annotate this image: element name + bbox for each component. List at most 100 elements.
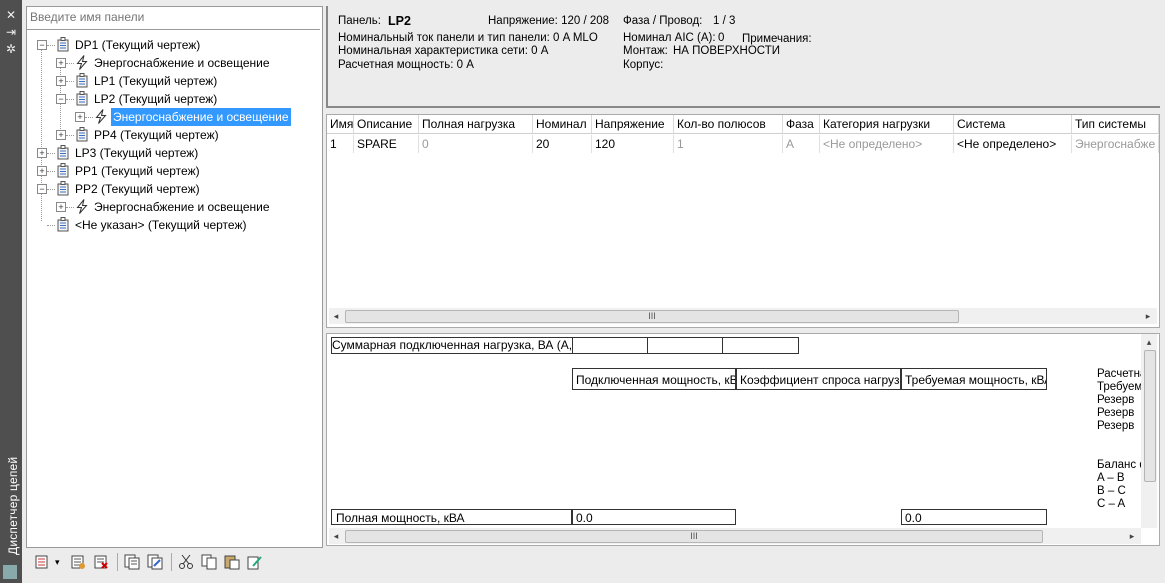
tree-item[interactable]: − DP1 (Текущий чертеж) xyxy=(27,36,317,54)
total-power-label: Полная мощность, кВА xyxy=(331,509,572,525)
panel-tree: − DP1 (Текущий чертеж) + Энергоснабжение и … xyxy=(26,6,323,548)
collapse-icon[interactable]: − xyxy=(56,94,66,104)
panel-icon xyxy=(76,73,88,88)
mounting-label: Монтаж: xyxy=(623,45,668,57)
summary-vscroll-thumb[interactable] xyxy=(1144,350,1156,482)
palette-title-bar: ✕ ⇥ ✲ Диспетчер цепей xyxy=(0,0,22,583)
panel-search-input[interactable] xyxy=(27,7,313,27)
notes-label: Примечания: xyxy=(742,33,812,45)
palette-menu-icon[interactable] xyxy=(3,565,17,579)
tree-item[interactable]: − LP2 (Текущий чертеж) xyxy=(27,90,317,108)
phase-label: Фаза / Провод: xyxy=(623,15,703,27)
grid-scroll-thumb[interactable]: III xyxy=(345,310,959,323)
scroll-left-icon[interactable]: ◂ xyxy=(331,310,341,322)
tree-item-label: DP1 (Текущий чертеж) xyxy=(75,38,201,52)
scroll-left-icon[interactable]: ◂ xyxy=(331,530,341,542)
right-label-2: Требуем xyxy=(1097,381,1143,393)
grid-cell[interactable]: A xyxy=(783,135,820,153)
pin-icon[interactable]: ⇥ xyxy=(5,26,17,38)
panel-icon xyxy=(57,163,69,178)
nominal-aic-value: 0 xyxy=(718,32,725,44)
connected-load-c xyxy=(722,337,799,354)
panel-icon xyxy=(57,181,69,196)
nominal-aic-label: Номинал AIC (A): xyxy=(623,32,716,44)
enclosure-label: Корпус: xyxy=(623,59,664,71)
tree-item[interactable]: − PP2 (Текущий чертеж) xyxy=(27,180,317,198)
expand-icon[interactable]: + xyxy=(37,148,47,158)
scroll-right-icon[interactable]: ▸ xyxy=(1127,530,1137,542)
network-char-text: Номинальная характеристика сети: 0 A xyxy=(338,45,549,57)
panel-icon xyxy=(57,37,69,52)
collapse-icon[interactable]: − xyxy=(37,40,47,50)
panel-icon xyxy=(76,127,88,142)
tree-item-label: PP2 (Текущий чертеж) xyxy=(75,182,200,196)
tree-item[interactable]: + Энергоснабжение и освещение xyxy=(27,54,317,72)
grid-cell[interactable]: 120 xyxy=(592,135,674,153)
right-label-4: Резерв xyxy=(1097,407,1135,419)
scroll-right-icon[interactable]: ▸ xyxy=(1143,310,1153,322)
lightning-icon xyxy=(95,109,107,124)
summary-scroll-thumb[interactable]: III xyxy=(345,530,1043,543)
panel-info: Панель: LP2 Напряжение: 120 / 208 Фаза /… xyxy=(326,6,1160,108)
schedule-edit-icon[interactable] xyxy=(147,554,163,570)
grid-horizontal-scrollbar[interactable]: ◂ III ▸ xyxy=(329,308,1157,324)
total-required-value: 0.0 xyxy=(901,509,1047,525)
tree-item-label: Энергоснабжение и освещение xyxy=(94,200,270,214)
expand-icon[interactable]: + xyxy=(75,112,85,122)
tree-item[interactable]: + PP1 (Текущий чертеж) xyxy=(27,162,317,180)
expand-icon[interactable]: + xyxy=(56,58,66,68)
grid-cell[interactable]: 0 xyxy=(419,135,533,153)
scroll-up-icon[interactable]: ▴ xyxy=(1144,336,1154,348)
calc-power-text: Расчетная мощность: 0 A xyxy=(338,59,474,71)
tree-item-label: Энергоснабжение и освещение xyxy=(111,108,291,126)
paste-icon[interactable] xyxy=(224,554,240,570)
right-label-1: Расчетна xyxy=(1097,368,1147,380)
close-icon[interactable]: ✕ xyxy=(5,9,17,21)
schedule-icon[interactable] xyxy=(124,554,140,570)
copy-icon[interactable] xyxy=(201,554,217,570)
summary-horizontal-scrollbar[interactable]: ◂ III ▸ xyxy=(329,528,1141,544)
demand-factor-header: Коэффициент спроса нагрузки xyxy=(736,368,901,390)
summary-vertical-scrollbar[interactable]: ▴ xyxy=(1141,334,1157,528)
new-panel-icon[interactable] xyxy=(34,554,50,570)
collapse-icon[interactable]: − xyxy=(37,184,47,194)
tree-item[interactable]: + Энергоснабжение и освещение xyxy=(27,108,317,126)
tree-connector xyxy=(66,207,74,208)
tree-item[interactable]: + LP1 (Текущий чертеж) xyxy=(27,72,317,90)
lightning-icon xyxy=(76,199,88,214)
expand-icon[interactable]: + xyxy=(37,166,47,176)
panel-label: Панель: xyxy=(338,15,381,27)
load-summary: Суммарная подключенная нагрузка, ВА (А,В… xyxy=(326,333,1160,546)
tree-item[interactable]: + LP3 (Текущий чертеж) xyxy=(27,144,317,162)
expand-icon[interactable]: + xyxy=(56,130,66,140)
connected-load-b xyxy=(647,337,724,354)
delete-panel-icon[interactable] xyxy=(93,554,109,570)
dropdown-arrow-icon[interactable]: ▾ xyxy=(55,554,71,570)
palette-title: Диспетчер цепей xyxy=(6,456,20,555)
tree-item[interactable]: <Не указан> (Текущий чертеж) xyxy=(27,216,317,234)
grid-cell[interactable]: 20 xyxy=(533,135,592,153)
tree-item[interactable]: + PP4 (Текущий чертеж) xyxy=(27,126,317,144)
tree-connector xyxy=(47,171,55,172)
expand-icon[interactable]: + xyxy=(56,76,66,86)
right-label-5: Резерв xyxy=(1097,420,1135,432)
grid-cell[interactable]: SPARE xyxy=(354,135,419,153)
toolbar-separator xyxy=(171,553,172,571)
tree-connector xyxy=(47,153,55,154)
balance-ca: C – A xyxy=(1097,498,1126,510)
table-row[interactable]: 1 SPARE 0 20 120 1 A <Не определено> <Не определ… xyxy=(327,115,1159,155)
grid-cell[interactable]: 1 xyxy=(674,135,783,153)
grid-cell[interactable]: 1 xyxy=(327,135,354,153)
panel-properties-icon[interactable] xyxy=(70,554,86,570)
tree-connector xyxy=(66,99,74,100)
grid-cell[interactable]: <Не определено> xyxy=(820,135,954,153)
grid-cell[interactable]: <Не определено> xyxy=(954,135,1072,153)
tree-item[interactable]: + Энергоснабжение и освещение xyxy=(27,198,317,216)
expand-icon[interactable]: + xyxy=(56,202,66,212)
properties-icon[interactable]: ✲ xyxy=(5,43,17,55)
panel-name: LP2 xyxy=(388,14,411,28)
grid-cell[interactable]: Энергоснабже xyxy=(1072,135,1159,153)
cut-icon[interactable] xyxy=(178,554,194,570)
connected-load-a xyxy=(572,337,649,354)
edit-icon[interactable] xyxy=(247,554,263,570)
